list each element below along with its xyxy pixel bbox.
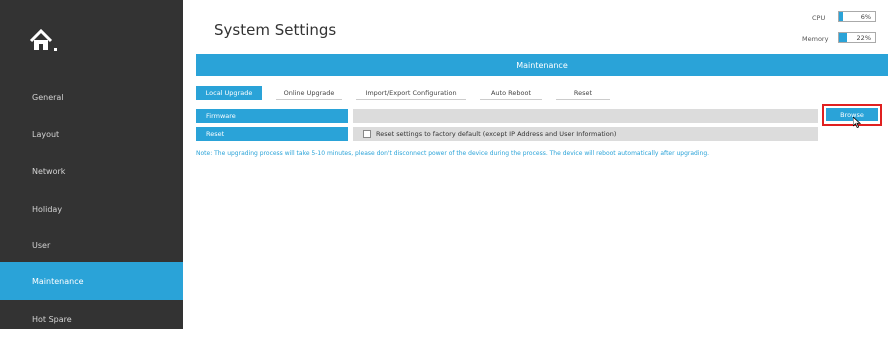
sidebar-item-label: User xyxy=(32,240,51,250)
tab-label: Auto Reboot xyxy=(490,88,531,97)
sidebar-item-general[interactable]: General xyxy=(0,78,183,116)
tab-label: Local Upgrade xyxy=(205,89,253,97)
tab-online-upgrade[interactable]: Online Upgrade xyxy=(276,86,342,100)
tab-auto-reboot[interactable]: Auto Reboot xyxy=(480,86,542,100)
sidebar-item-label: Network xyxy=(32,166,66,176)
reset-row: Reset settings to factory default (excep… xyxy=(353,127,818,141)
tab-label: Reset xyxy=(573,88,593,97)
firmware-label: Firmware xyxy=(196,109,348,123)
memory-label: Memory xyxy=(802,35,829,43)
cpu-meter: 6% xyxy=(838,11,876,22)
section-banner: Maintenance xyxy=(196,54,888,76)
firmware-path-field[interactable] xyxy=(353,109,818,123)
factory-reset-checkbox[interactable] xyxy=(363,130,371,138)
home-icon[interactable] xyxy=(28,28,62,56)
cpu-value: 6% xyxy=(860,13,871,21)
sidebar-item-layout[interactable]: Layout xyxy=(0,115,183,153)
page-title: System Settings xyxy=(214,21,337,39)
sidebar-item-label: Layout xyxy=(32,129,60,139)
tab-label: Import/Export Configuration xyxy=(365,88,457,97)
sidebar-item-label: Hot Spare xyxy=(32,314,72,324)
memory-meter: 22% xyxy=(838,32,876,43)
sidebar-item-maintenance[interactable]: Maintenance xyxy=(0,262,183,300)
mouse-cursor-icon xyxy=(853,117,861,128)
tab-bar: Local Upgrade Online Upgrade Import/Expo… xyxy=(196,86,624,100)
sidebar-item-label: General xyxy=(32,92,64,102)
section-title: Maintenance xyxy=(516,60,568,70)
upgrade-note: Note: The upgrading process will take 5-… xyxy=(196,150,710,157)
browse-button[interactable]: Browse xyxy=(826,108,878,121)
sidebar-item-holiday[interactable]: Holiday xyxy=(0,190,183,228)
sidebar-item-user[interactable]: User xyxy=(0,226,183,264)
tab-reset[interactable]: Reset xyxy=(556,86,610,100)
sidebar: General Layout Network Holiday User Main… xyxy=(0,0,183,329)
factory-reset-text: Reset settings to factory default (excep… xyxy=(376,130,617,138)
cpu-meter-fill xyxy=(839,12,843,21)
tab-import-export-configuration[interactable]: Import/Export Configuration xyxy=(356,86,466,100)
memory-meter-fill xyxy=(839,33,847,42)
sidebar-item-label: Maintenance xyxy=(32,276,84,286)
sidebar-item-network[interactable]: Network xyxy=(0,152,183,190)
tab-label: Online Upgrade xyxy=(283,88,335,97)
cpu-label: CPU xyxy=(812,14,826,22)
reset-label: Reset xyxy=(196,127,348,141)
tab-local-upgrade[interactable]: Local Upgrade xyxy=(196,86,262,100)
memory-value: 22% xyxy=(856,34,871,42)
sidebar-item-label: Holiday xyxy=(32,204,63,214)
sidebar-item-hot-spare[interactable]: Hot Spare xyxy=(0,300,183,338)
